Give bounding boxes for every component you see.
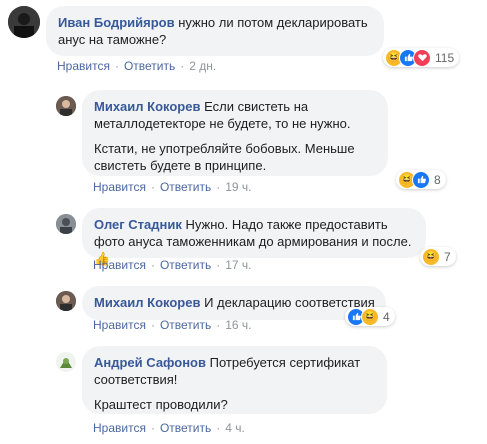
- comment-author[interactable]: Михаил Кокорев: [94, 99, 200, 114]
- like-link[interactable]: Нравится: [57, 59, 110, 73]
- haha-reaction-icon: 😆: [422, 247, 440, 266]
- reaction-count: 115: [435, 50, 455, 65]
- avatar-photo-icon: [56, 96, 76, 116]
- timestamp[interactable]: 17 ч.: [225, 258, 251, 272]
- timestamp[interactable]: 19 ч.: [225, 180, 251, 194]
- like-link[interactable]: Нравится: [93, 180, 146, 194]
- like-link[interactable]: Нравится: [93, 421, 146, 435]
- reaction-count: 4: [383, 309, 390, 324]
- reaction-summary[interactable]: 😆 7: [420, 247, 456, 266]
- avatar[interactable]: [56, 291, 76, 311]
- comment-actions: Нравится · Ответить · 19 ч.: [93, 180, 252, 194]
- reply-link[interactable]: Ответить: [160, 421, 211, 435]
- timestamp[interactable]: 16 ч.: [225, 318, 251, 332]
- reaction-summary[interactable]: 😆 115: [383, 48, 460, 67]
- avatar-photo-icon: [8, 6, 40, 38]
- comment-author[interactable]: Олег Стадник: [94, 217, 182, 232]
- haha-reaction-icon: 😆: [361, 307, 379, 326]
- avatar[interactable]: [8, 6, 40, 38]
- reply-link[interactable]: Ответить: [160, 180, 211, 194]
- comment-actions: Нравится · Ответить · 2 дн.: [57, 59, 217, 73]
- comment-actions: Нравится · Ответить · 16 ч.: [93, 318, 252, 332]
- comment-bubble: Олег Стадник Нужно. Надо также предостав…: [82, 208, 426, 266]
- like-reaction-icon: [412, 170, 430, 189]
- comment-author[interactable]: Иван Бодрийяров: [58, 15, 175, 30]
- avatar-photo-icon: [56, 291, 76, 311]
- comment-author[interactable]: Андрей Сафонов: [94, 355, 206, 370]
- comment-bubble: Андрей Сафонов Потребуется сертификат со…: [82, 346, 387, 414]
- avatar[interactable]: [56, 96, 76, 116]
- comment-actions: Нравится · Ответить · 4 ч.: [93, 421, 245, 435]
- avatar[interactable]: [56, 352, 76, 372]
- comment-text-second-paragraph: Кстати, не употребляйте бобовых. Меньше …: [94, 141, 355, 173]
- comment-bubble: Михаил Кокорев И декларацию соответствия: [82, 286, 386, 320]
- reaction-summary[interactable]: 😆 8: [396, 170, 446, 189]
- like-link[interactable]: Нравится: [93, 258, 146, 272]
- love-reaction-icon: [413, 48, 431, 67]
- comment-actions: Нравится · Ответить · 17 ч.: [93, 258, 252, 272]
- comment-bubble: Иван Бодрийяров нужно ли потом деклариро…: [46, 6, 384, 56]
- avatar-photo-icon: [56, 352, 76, 372]
- avatar-photo-icon: [56, 214, 76, 234]
- like-link[interactable]: Нравится: [93, 318, 146, 332]
- reaction-summary[interactable]: 😆 4: [345, 307, 395, 326]
- reply-link[interactable]: Ответить: [160, 318, 211, 332]
- reaction-count: 7: [444, 249, 451, 264]
- timestamp[interactable]: 4 ч.: [225, 421, 245, 435]
- comment-author[interactable]: Михаил Кокорев: [94, 295, 200, 310]
- reaction-count: 8: [434, 172, 441, 187]
- comment-bubble: Михаил Кокорев Если свистеть на металлод…: [82, 90, 388, 176]
- comment-text-second-paragraph: Краштест проводили?: [94, 397, 228, 412]
- reply-link[interactable]: Ответить: [124, 59, 175, 73]
- timestamp[interactable]: 2 дн.: [189, 59, 216, 73]
- avatar[interactable]: [56, 214, 76, 234]
- reply-link[interactable]: Ответить: [160, 258, 211, 272]
